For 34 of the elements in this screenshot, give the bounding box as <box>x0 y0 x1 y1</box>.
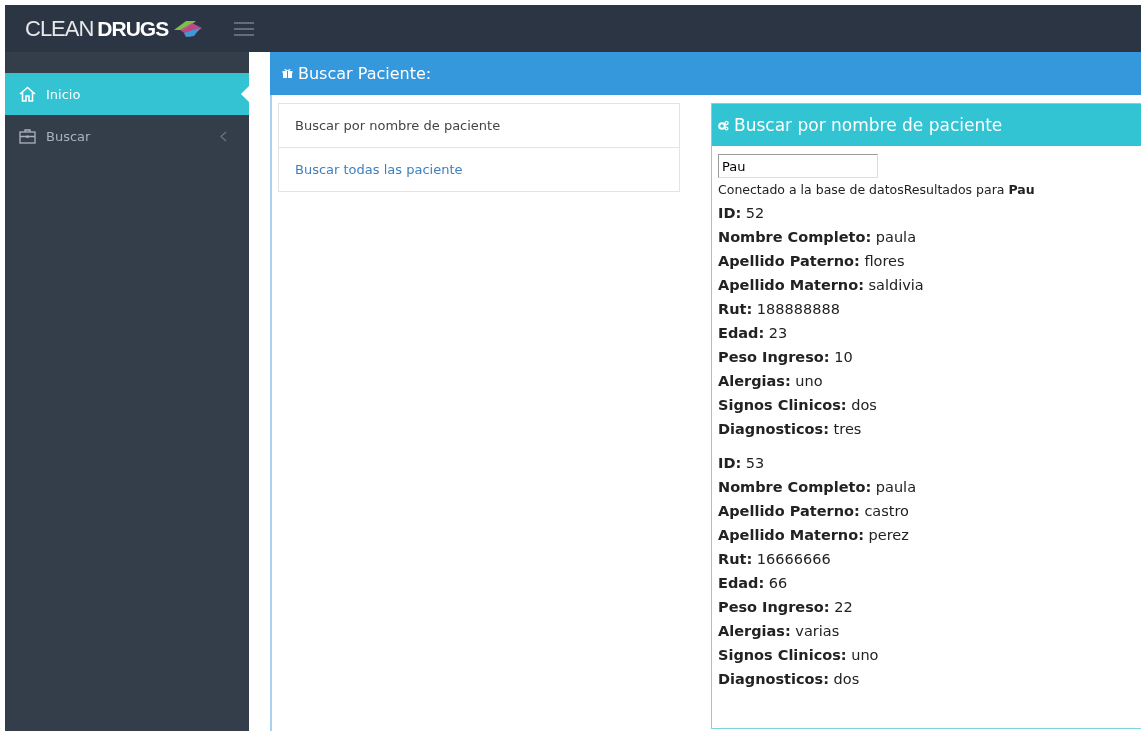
logo-text: CLEAN <box>25 15 94 42</box>
briefcase-icon <box>19 128 36 144</box>
record-field: Peso Ingreso: 10 <box>718 345 1135 369</box>
record-field: Alergias: uno <box>718 369 1135 393</box>
gears-icon <box>718 119 729 131</box>
record-field: Diagnosticos: tres <box>718 417 1135 441</box>
panel-title: Buscar Paciente: <box>298 64 432 83</box>
record-field: Signos Clinicos: uno <box>718 643 1135 667</box>
record-field: Edad: 66 <box>718 571 1135 595</box>
record-field: Edad: 23 <box>718 321 1135 345</box>
search-option-item[interactable]: Buscar todas las paciente <box>278 148 680 192</box>
search-option-item[interactable]: Buscar por nombre de paciente <box>278 103 680 148</box>
record-field: Peso Ingreso: 22 <box>718 595 1135 619</box>
status-text: Conectado a la base de datosResultados para Pau <box>718 181 1036 199</box>
record-field: Apellido Paterno: castro <box>718 499 1135 523</box>
record-field: Nombre Completo: paula <box>718 225 1135 249</box>
record-field: Nombre Completo: paula <box>718 475 1135 499</box>
record-field: Apellido Materno: perez <box>718 523 1135 547</box>
record-field: Rut: 16666666 <box>718 547 1135 571</box>
record-field: Rut: 188888888 <box>718 297 1135 321</box>
record-field: ID: 53 <box>718 451 1135 475</box>
home-icon <box>19 86 36 102</box>
search-field[interactable]: Pau <box>718 154 878 178</box>
record-field: Signos Clinicos: dos <box>718 393 1135 417</box>
results-title: Buscar por nombre de paciente <box>734 115 1003 135</box>
menu-icon[interactable] <box>234 20 255 37</box>
gift-icon <box>282 68 293 79</box>
record-field: Alergias: varias <box>718 619 1135 643</box>
sidebar-item[interactable]: Buscar <box>5 115 249 157</box>
record-field: Diagnosticos: dos <box>718 667 1135 691</box>
logo-text-bold: DRUGS <box>97 16 169 41</box>
record-field: Apellido Materno: saldivia <box>718 273 1135 297</box>
record-field: Apellido Paterno: flores <box>718 249 1135 273</box>
record-field: ID: 52 <box>718 201 1135 225</box>
